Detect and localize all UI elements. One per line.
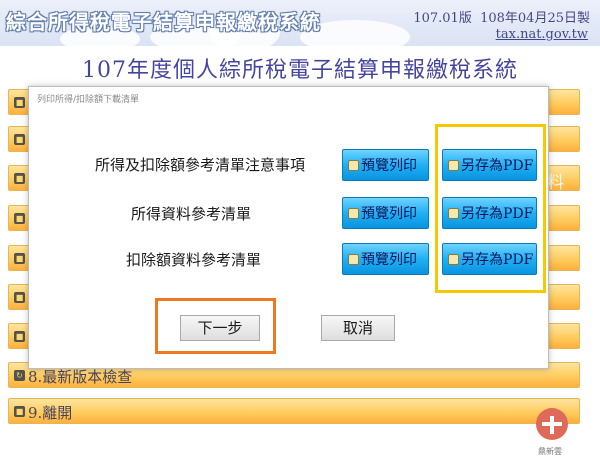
preview-print-button-deduction[interactable]: 預覽列印 [342,243,429,275]
print-icon [348,207,359,219]
print-icon [348,159,359,171]
save-pdf-highlight [435,124,546,293]
print-icon [348,253,359,265]
download-list-dialog: 列印所得/扣除額下載清單 所得及扣除額參考清單注意事項 預覽列印 另存為PDF … [28,86,549,369]
button-label: 預覽列印 [361,206,417,222]
next-step-highlight [155,298,276,354]
row-label-income: 所得資料參考清單 [130,205,251,223]
preview-print-button-income[interactable]: 預覽列印 [342,197,429,229]
button-label: 預覽列印 [361,158,417,174]
row-label-deduction: 扣除額資料參考清單 [125,251,261,269]
cancel-button[interactable]: 取消 [321,315,395,341]
dialog-title: 列印所得/扣除額下載清單 [37,95,140,105]
preview-print-button-notice[interactable]: 預覽列印 [342,149,429,181]
button-label: 預覽列印 [361,252,417,268]
row-label-notice: 所得及扣除額參考清單注意事項 [94,156,305,174]
